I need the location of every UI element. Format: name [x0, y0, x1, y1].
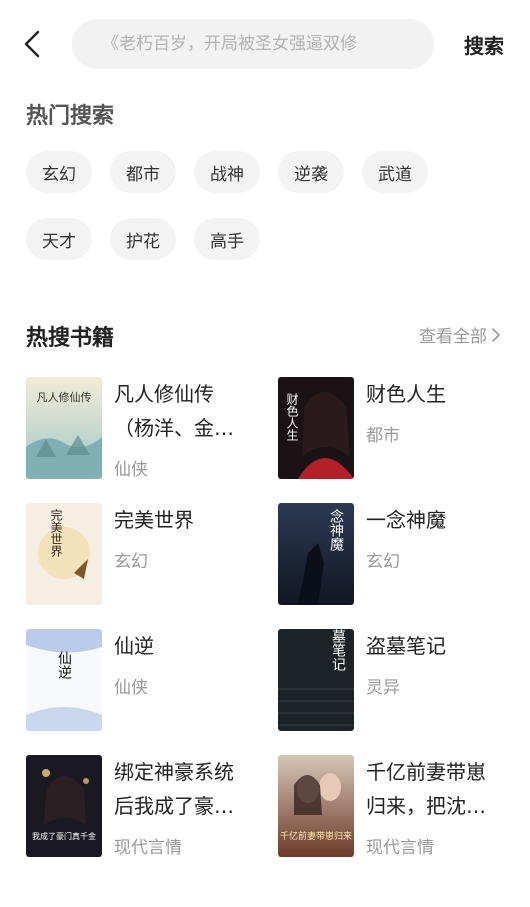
book-item[interactable]: 财色人生 财色人生 都市	[278, 377, 518, 481]
cover-text: 我成了豪门真千金	[32, 831, 96, 841]
cover-text: 仙逆	[56, 651, 72, 680]
top-bar: 搜索	[0, 0, 530, 88]
book-cover: 财色人生	[278, 377, 354, 479]
chevron-left-icon	[24, 30, 40, 58]
cover-text: 凡人修仙传	[37, 390, 92, 404]
chevron-right-icon	[492, 327, 500, 342]
book-item[interactable]: 千亿前妻带崽归来 千亿前妻带崽归来，把沈… 现代言情	[278, 755, 518, 859]
hot-tag[interactable]: 战神	[194, 151, 260, 193]
book-item[interactable]: 凡人修仙传 凡人修仙传（杨洋、金… 仙侠	[26, 377, 266, 481]
cover-text: 千亿前妻带崽归来	[280, 830, 352, 842]
book-genre: 现代言情	[366, 838, 434, 858]
book-title: 一念神魔	[366, 508, 446, 532]
book-genre: 仙侠	[114, 678, 148, 698]
book-genre: 都市	[366, 426, 400, 446]
hot-tag[interactable]: 逆袭	[278, 151, 344, 193]
hot-tag[interactable]: 都市	[110, 151, 176, 193]
search-submit-button[interactable]: 搜索	[464, 30, 504, 59]
cover-text: 完美世界	[49, 508, 63, 558]
hot-tag[interactable]: 天才	[26, 218, 92, 260]
book-title: 完美世界	[114, 508, 194, 532]
book-cover: 完美世界	[26, 503, 102, 605]
hot-search-title: 热门搜索	[26, 104, 115, 129]
book-title: 凡人修仙传（杨洋、金…	[114, 382, 234, 440]
view-all-link[interactable]: 查看全部	[419, 322, 501, 347]
book-item[interactable]: 仙逆 仙逆 仙侠	[26, 629, 266, 733]
book-cover: 凡人修仙传	[26, 377, 102, 479]
book-item[interactable]: 一念神魔 一念神魔 玄幻	[278, 503, 518, 607]
hot-tag[interactable]: 护花	[110, 218, 176, 260]
book-cover: 盗墓笔记	[278, 629, 354, 731]
book-cover: 仙逆	[26, 629, 102, 731]
cover-text: 财色人生	[285, 393, 299, 441]
book-genre: 玄幻	[114, 552, 148, 572]
book-genre: 仙侠	[114, 460, 148, 480]
book-cover: 千亿前妻带崽归来	[278, 755, 354, 857]
book-title: 千亿前妻带崽归来，把沈…	[366, 760, 486, 818]
hot-tag[interactable]: 高手	[194, 218, 260, 260]
hot-tag[interactable]: 武道	[362, 151, 428, 193]
cover-text: 一念神魔	[328, 503, 344, 552]
search-box[interactable]	[72, 19, 434, 69]
book-genre: 现代言情	[114, 838, 182, 858]
book-title: 绑定神豪系统后我成了豪…	[114, 760, 234, 818]
book-genre: 玄幻	[366, 552, 400, 572]
book-title: 盗墓笔记	[366, 634, 446, 658]
book-item[interactable]: 完美世界 完美世界 玄幻	[26, 503, 266, 607]
cover-text: 盗墓笔记	[330, 629, 346, 671]
hot-tag[interactable]: 玄幻	[26, 151, 92, 193]
hot-books-title: 热搜书籍	[26, 326, 115, 351]
book-title: 财色人生	[366, 382, 446, 406]
book-genre: 灵异	[366, 678, 400, 698]
book-cover: 我成了豪门真千金	[26, 755, 102, 857]
search-input[interactable]	[102, 34, 412, 54]
book-cover: 一念神魔	[278, 503, 354, 605]
view-all-label: 查看全部	[419, 327, 487, 347]
book-item[interactable]: 盗墓笔记 盗墓笔记 灵异	[278, 629, 518, 733]
back-button[interactable]	[18, 26, 50, 62]
book-title: 仙逆	[114, 634, 154, 658]
book-item[interactable]: 我成了豪门真千金 绑定神豪系统后我成了豪… 现代言情	[26, 755, 266, 859]
